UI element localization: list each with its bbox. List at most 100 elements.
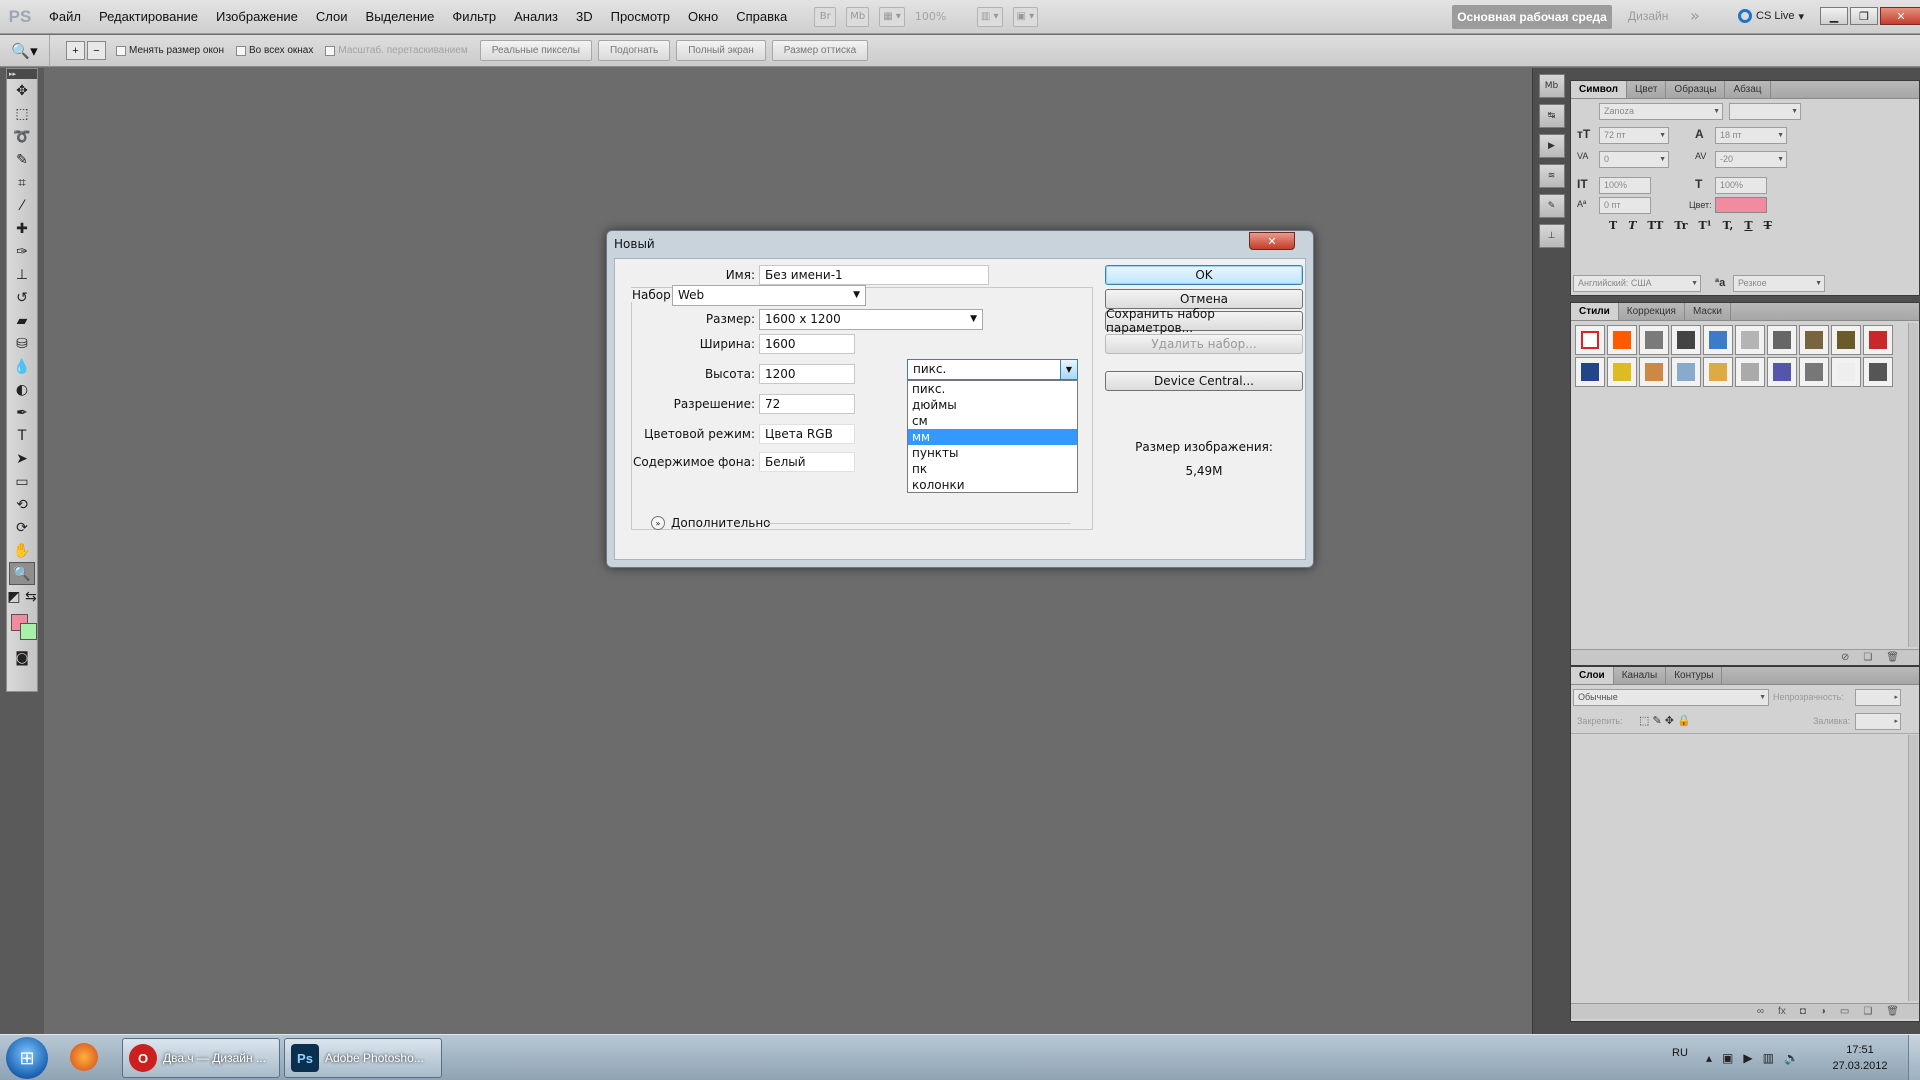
faux-italic-button[interactable]: T [1628,219,1636,232]
menu-analysis[interactable]: Анализ [505,0,567,34]
zoom-in-icon[interactable]: + [66,41,85,60]
menu-3d[interactable]: 3D [567,0,602,34]
move-tool-icon[interactable]: ✥ [7,79,37,102]
workspace-design-button[interactable]: Дизайн [1628,9,1668,23]
3d-rotate-tool-icon[interactable]: ⟲ [7,493,37,516]
menu-help[interactable]: Справка [727,0,796,34]
style-swatch[interactable] [1575,325,1605,355]
history-panel-icon[interactable]: ↹ [1538,104,1565,128]
advanced-label[interactable]: Дополнительно [671,516,771,530]
taskbar-app-opera[interactable]: O Два.ч — Дизайн ... [122,1038,280,1078]
style-swatch[interactable] [1735,357,1765,387]
resolution-input[interactable]: 72 [759,394,855,414]
print-size-button[interactable]: Размер оттиска [771,40,869,61]
style-swatch[interactable] [1863,325,1893,355]
styles-scrollbar[interactable] [1908,323,1918,647]
tab-character[interactable]: Символ [1571,81,1627,98]
menu-select[interactable]: Выделение [357,0,444,34]
volume-icon[interactable]: 🔊 [1784,1051,1799,1065]
style-swatch[interactable] [1671,325,1701,355]
style-swatch[interactable] [1863,357,1893,387]
3d-orbit-tool-icon[interactable]: ⟳ [7,516,37,539]
menu-view[interactable]: Просмотр [602,0,679,34]
paint-bucket-tool-icon[interactable]: ⛁ [7,332,37,355]
tab-styles[interactable]: Стили [1571,303,1619,320]
leading-field[interactable]: 18 пт ▼ [1715,127,1787,144]
media-player-icon[interactable]: ▶ [1743,1051,1752,1065]
keyboard-language-indicator[interactable]: RU [1672,1047,1688,1059]
save-preset-button[interactable]: Сохранить набор параметров... [1105,307,1303,335]
marquee-tool-icon[interactable]: ⬚ [7,102,37,125]
layers-scrollbar[interactable] [1908,735,1918,1001]
vertical-scale-field[interactable]: 100% [1599,177,1651,194]
width-input[interactable]: 1600 [759,334,855,354]
tools-panel-header[interactable]: ▸▸ [7,69,37,79]
fill-field[interactable]: ▸ [1855,713,1901,730]
resize-windows-checkbox[interactable]: Менять размер окон [116,45,224,56]
scrubby-zoom-checkbox[interactable]: Масштаб. перетаскиванием [325,45,468,56]
layer-style-icon[interactable]: fx [1778,1006,1786,1017]
pen-tool-icon[interactable]: ✒ [7,401,37,424]
all-caps-button[interactable]: TT [1647,219,1663,232]
style-swatch[interactable] [1831,357,1861,387]
tab-masks[interactable]: Маски [1685,303,1731,320]
menu-file[interactable]: Файл [40,0,90,34]
brush-tool-icon[interactable]: ✑ [7,240,37,263]
zoom-level[interactable]: 100% [915,10,967,23]
cs-live-button[interactable]: CS Live ▾ [1738,9,1804,23]
restore-button[interactable]: ❐ [1850,7,1878,25]
clone-source-panel-icon[interactable]: ⊥ [1538,224,1565,248]
font-family-select[interactable]: Zanoza ▼ [1599,103,1723,120]
tab-layers[interactable]: Слои [1571,667,1614,684]
lasso-tool-icon[interactable]: ➰ [7,125,37,148]
language-select[interactable]: Английский: США ▼ [1573,275,1701,292]
style-swatch[interactable] [1799,357,1829,387]
font-size-field[interactable]: 72 пт ▼ [1599,127,1669,144]
quick-selection-tool-icon[interactable]: ✎ [7,148,37,171]
tracking-field[interactable]: -20 ▼ [1715,151,1787,168]
style-swatch[interactable] [1735,325,1765,355]
taskbar-app-photoshop[interactable]: Ps Adobe Photosho... [284,1038,442,1078]
mini-bridge-panel-icon[interactable]: Mb [1538,74,1565,98]
blend-mode-select[interactable]: Обычные ▼ [1573,689,1769,706]
tab-paths[interactable]: Контуры [1666,667,1723,684]
clear-style-icon[interactable]: ⊘ [1841,652,1849,663]
subscript-button[interactable]: T, [1723,219,1734,232]
antialias-select[interactable]: Резкое ▼ [1733,275,1825,292]
unit-option-picas[interactable]: пк [908,461,1077,477]
menu-edit[interactable]: Редактирование [90,0,207,34]
zoom-out-icon[interactable]: − [87,41,106,60]
brush-panel-icon[interactable]: ✎ [1538,194,1565,218]
default-colors-icon[interactable]: ◩ ⇆ [7,585,37,608]
clone-stamp-tool-icon[interactable]: ⊥ [7,263,37,286]
fill-screen-button[interactable]: Полный экран [676,40,766,61]
style-swatch[interactable] [1831,325,1861,355]
style-swatch[interactable] [1575,357,1605,387]
eyedropper-tool-icon[interactable]: ⁄ [7,194,37,217]
bridge-icon[interactable]: Br [814,6,837,27]
hand-tool-icon[interactable]: ✋ [7,539,37,562]
unit-option-cm[interactable]: см [908,413,1077,429]
network-icon[interactable]: ▥ [1763,1051,1774,1065]
rectangle-tool-icon[interactable]: ▭ [7,470,37,493]
font-style-select[interactable]: ▼ [1729,103,1801,120]
workspace-essentials-button[interactable]: Основная рабочая среда [1452,5,1612,29]
style-swatch[interactable] [1639,325,1669,355]
kerning-field[interactable]: 0 ▼ [1599,151,1669,168]
arrange-documents-icon[interactable]: ▥ ▾ [976,6,1003,27]
zoom-tool-preset-icon[interactable]: 🔍▾ [0,34,50,67]
advanced-toggle-icon[interactable]: » [651,516,665,530]
unit-option-pixels[interactable]: пикс. [908,381,1077,397]
blur-tool-icon[interactable]: 💧 [7,355,37,378]
view-extras-icon[interactable]: ▦ ▾ [879,6,905,27]
delete-style-icon[interactable]: 🗑 [1886,652,1899,663]
quick-mask-icon[interactable]: ◙ [7,646,37,669]
horizontal-scale-field[interactable]: 100% [1715,177,1767,194]
delete-preset-button[interactable]: Удалить набор... [1105,334,1303,354]
background-contents-select[interactable]: Белый [759,452,855,472]
tray-app-icon[interactable]: ▣ [1722,1051,1733,1065]
show-desktop-button[interactable] [1908,1035,1920,1080]
mini-bridge-icon[interactable]: Mb [846,6,870,27]
style-swatch[interactable] [1671,357,1701,387]
height-input[interactable]: 1200 [759,364,855,384]
